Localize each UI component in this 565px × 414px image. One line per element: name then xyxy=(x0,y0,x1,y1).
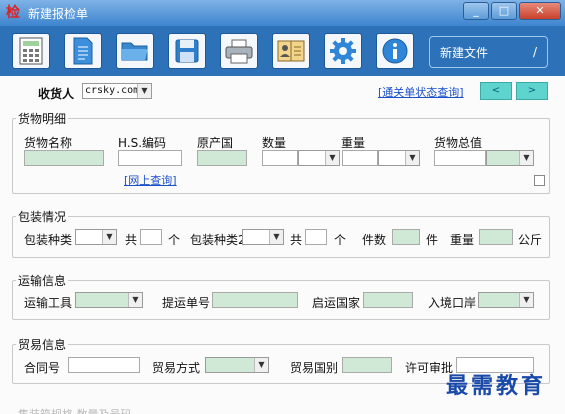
package-type-label: 包装种类 xyxy=(24,233,73,247)
chevron-down-icon: ▼ xyxy=(519,151,533,165)
package-total2-label: 共 xyxy=(290,233,303,247)
info-button[interactable] xyxy=(376,33,414,69)
quantity-field[interactable] xyxy=(262,150,298,166)
package-unit-label: 个 xyxy=(168,233,181,247)
chevron-down-icon: ▼ xyxy=(254,358,268,372)
transport-group-title: 运输信息 xyxy=(16,272,69,289)
goods-group-title: 货物明细 xyxy=(16,110,69,127)
open-folder-icon xyxy=(121,42,148,61)
chevron-down-icon: ▼ xyxy=(519,293,533,307)
trade-country-label: 贸易国别 xyxy=(290,361,339,375)
consignee-label: 收货人 xyxy=(38,87,75,101)
total-value-field[interactable] xyxy=(434,150,486,166)
weight-field[interactable] xyxy=(342,150,378,166)
prev-button[interactable]: < xyxy=(480,82,512,100)
customs-status-link[interactable]: [通关单状态查询] xyxy=(378,84,464,100)
quantity-label: 数量 xyxy=(262,136,287,150)
form-area: 收货人 crsky.com ▼ [通关单状态查询] < > 货物明细 货物名称 … xyxy=(0,76,565,414)
trade-mode-select[interactable]: ▼ xyxy=(205,357,269,373)
transport-tool-select[interactable]: ▼ xyxy=(75,292,143,308)
origin-label: 原产国 xyxy=(197,136,234,150)
package-total-field[interactable] xyxy=(140,229,162,245)
piece-count-unit: 件 xyxy=(426,233,439,247)
app-icon: 检 xyxy=(6,5,20,21)
maximize-button[interactable]: □ xyxy=(491,2,517,20)
departure-country-field[interactable] xyxy=(363,292,413,308)
new-document-button[interactable] xyxy=(64,33,102,69)
print-button[interactable] xyxy=(220,33,258,69)
address-book-icon xyxy=(277,40,305,62)
gross-weight-field[interactable] xyxy=(479,229,513,245)
chevron-down-icon: ▼ xyxy=(128,293,142,307)
window-controls: _ □ ✕ xyxy=(463,2,561,20)
open-button[interactable] xyxy=(116,33,154,69)
hs-code-label: H.S.编码 xyxy=(118,136,167,150)
consignee-select[interactable]: crsky.com ▼ xyxy=(82,83,152,99)
goods-name-label: 货物名称 xyxy=(24,136,73,150)
departure-country-label: 启运国家 xyxy=(312,296,361,310)
next-button[interactable]: > xyxy=(516,82,548,100)
package-type2-select[interactable]: ▼ xyxy=(242,229,284,245)
close-button[interactable]: ✕ xyxy=(519,2,561,20)
trade-mode-label: 贸易方式 xyxy=(152,361,201,375)
watermark-text: 最需教育 xyxy=(446,373,547,399)
gross-weight-label: 重量 xyxy=(450,233,475,247)
trade-country-field[interactable] xyxy=(342,357,392,373)
piece-count-label: 件数 xyxy=(362,233,387,247)
contract-number-field[interactable] xyxy=(68,357,140,373)
transport-tool-label: 运输工具 xyxy=(24,296,73,310)
new-file-button[interactable]: 新建文件 / xyxy=(429,36,548,68)
origin-field[interactable] xyxy=(197,150,247,166)
goods-checkbox[interactable] xyxy=(534,175,545,186)
save-button[interactable] xyxy=(168,33,206,69)
address-book-button[interactable] xyxy=(272,33,310,69)
package-type-select[interactable]: ▼ xyxy=(75,229,117,245)
chevron-down-icon: ▼ xyxy=(405,151,419,165)
container-info-label: 集装箱规格 数量及号码 xyxy=(18,406,132,414)
package-total2-field[interactable] xyxy=(305,229,327,245)
quantity-unit-select[interactable]: ▼ xyxy=(298,150,340,166)
minimize-button[interactable]: _ xyxy=(463,2,489,20)
package-total-label: 共 xyxy=(125,233,138,247)
new-file-mark: / xyxy=(532,45,537,59)
chevron-down-icon: ▼ xyxy=(325,151,339,165)
hs-code-field[interactable] xyxy=(118,150,182,166)
save-icon xyxy=(175,39,199,63)
new-file-label: 新建文件 xyxy=(440,45,489,60)
chevron-down-icon: ▼ xyxy=(137,84,151,98)
piece-count-field[interactable] xyxy=(392,229,420,245)
gear-icon xyxy=(330,38,356,64)
currency-select[interactable]: ▼ xyxy=(486,150,534,166)
document-icon xyxy=(73,37,93,65)
info-icon xyxy=(382,38,408,64)
contract-number-label: 合同号 xyxy=(24,361,61,375)
print-icon xyxy=(225,39,253,64)
entry-port-select[interactable]: ▼ xyxy=(478,292,534,308)
package-type2-label: 包装种类2 xyxy=(190,233,246,247)
chevron-down-icon: ▼ xyxy=(102,230,116,244)
weight-unit-select[interactable]: ▼ xyxy=(378,150,420,166)
window-title: 新建报检单 xyxy=(28,6,89,21)
chevron-down-icon: ▼ xyxy=(269,230,283,244)
calculator-button[interactable] xyxy=(12,33,50,69)
entry-port-label: 入境口岸 xyxy=(428,296,477,310)
online-query-link[interactable]: [网上查询] xyxy=(124,172,177,188)
calculator-icon xyxy=(19,37,43,65)
trade-group-title: 贸易信息 xyxy=(16,336,69,353)
goods-name-field[interactable] xyxy=(24,150,104,166)
toolbar: 新建文件 / xyxy=(0,26,565,76)
package-unit2-label: 个 xyxy=(334,233,347,247)
gross-weight-unit: 公斤 xyxy=(518,233,543,247)
bill-number-label: 提运单号 xyxy=(162,296,211,310)
total-value-label: 货物总值 xyxy=(434,136,483,150)
weight-label: 重量 xyxy=(341,136,366,150)
consignee-value: crsky.com xyxy=(85,85,137,96)
packing-group-title: 包装情况 xyxy=(16,208,69,225)
bill-number-field[interactable] xyxy=(212,292,298,308)
settings-button[interactable] xyxy=(324,33,362,69)
title-bar: 检 新建报检单 _ □ ✕ xyxy=(0,0,565,26)
